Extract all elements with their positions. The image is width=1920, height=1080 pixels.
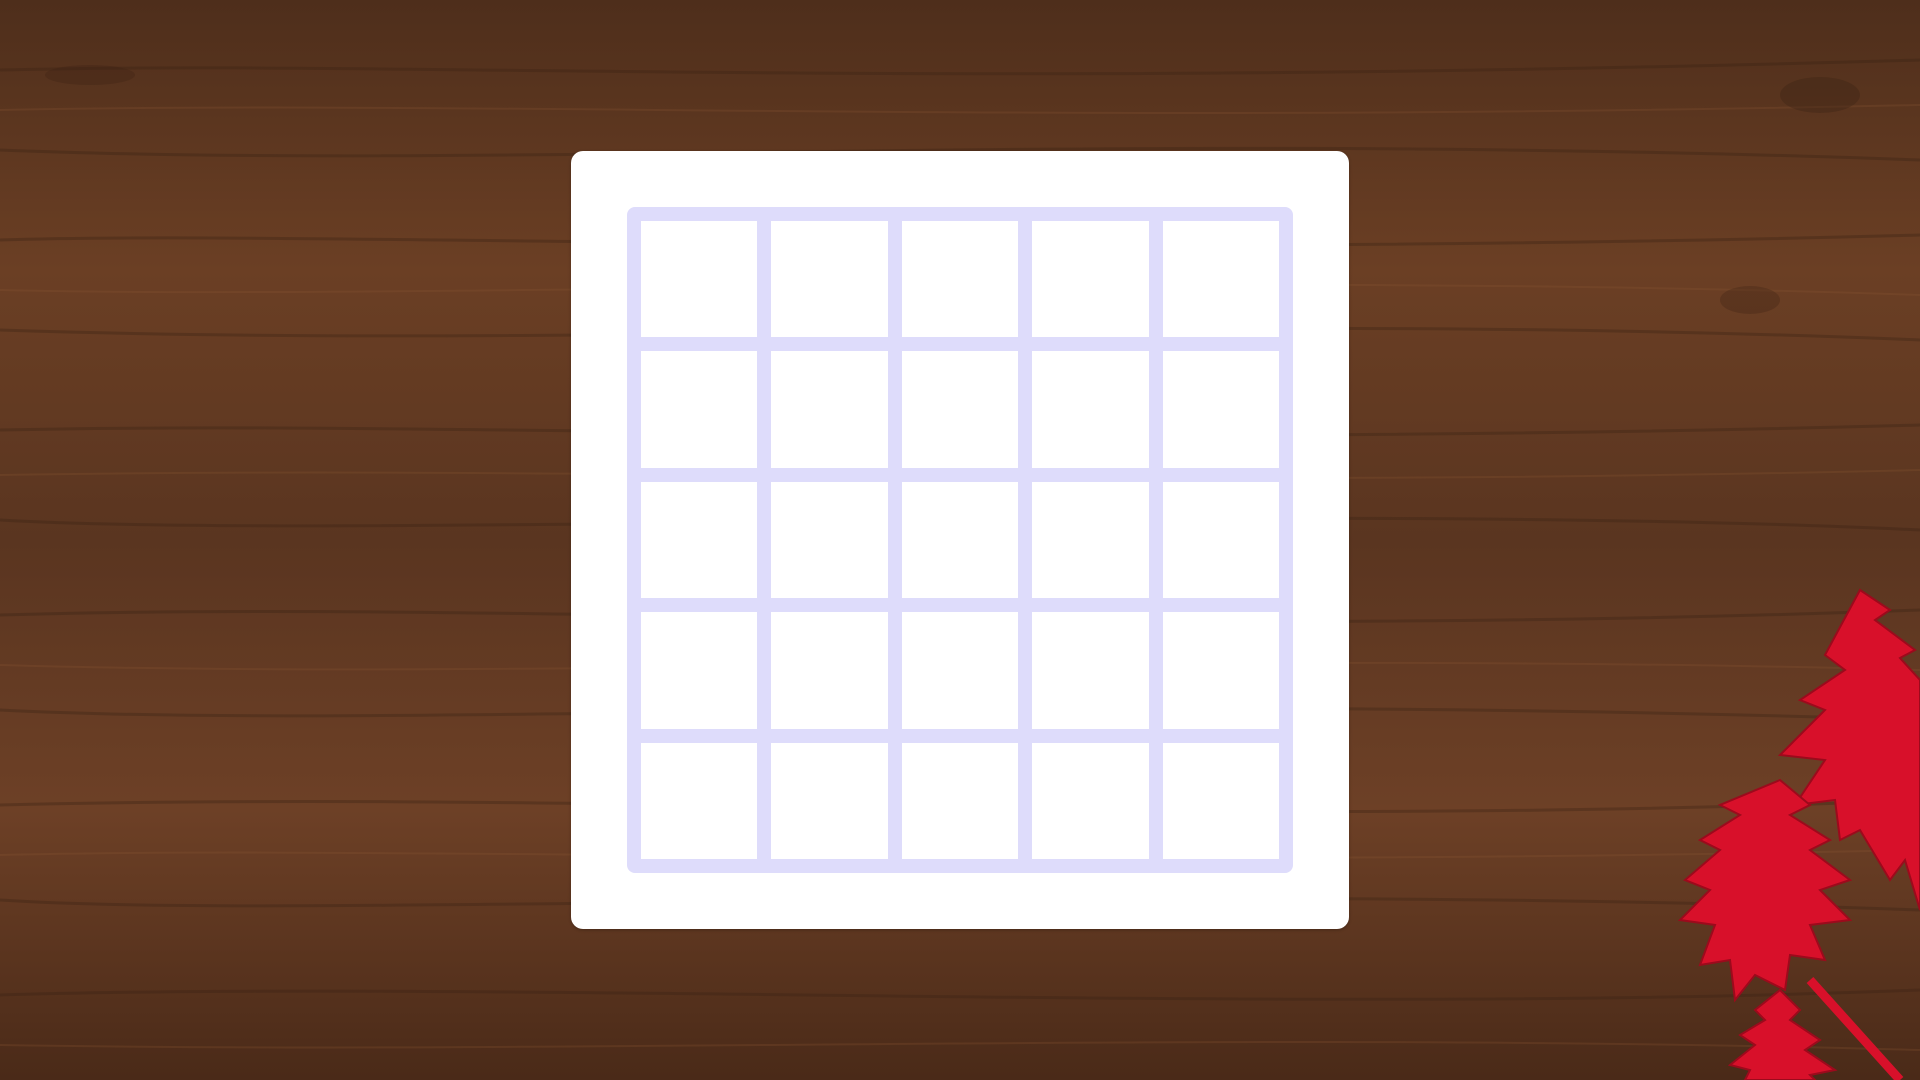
grid-cell[interactable] — [901, 612, 1019, 729]
grid-cell[interactable] — [1162, 612, 1279, 729]
grid-cell[interactable] — [901, 481, 1019, 599]
grid-cell[interactable] — [641, 351, 758, 468]
grid-cell[interactable] — [1162, 221, 1279, 338]
grid-cell[interactable] — [1032, 351, 1149, 468]
grid-cell[interactable] — [1032, 221, 1149, 338]
grid-cell[interactable] — [771, 351, 888, 468]
grid-cell[interactable] — [641, 612, 758, 729]
grid-cell[interactable] — [771, 481, 888, 599]
grid-cell[interactable] — [1032, 612, 1149, 729]
grid-cell[interactable] — [771, 221, 888, 338]
game-board-card — [571, 151, 1349, 929]
grid-cell[interactable] — [901, 221, 1019, 338]
grid-cell[interactable] — [771, 742, 888, 859]
grid-cell[interactable] — [641, 221, 758, 338]
grid-cell[interactable] — [1032, 742, 1149, 859]
grid-cell[interactable] — [901, 351, 1019, 468]
grid-cell[interactable] — [641, 742, 758, 859]
grid-cell[interactable] — [771, 612, 888, 729]
game-grid — [627, 207, 1293, 873]
grid-cell[interactable] — [901, 742, 1019, 859]
grid-cell[interactable] — [1162, 481, 1279, 599]
grid-cell[interactable] — [1162, 351, 1279, 468]
grid-cell[interactable] — [641, 481, 758, 599]
grid-cell[interactable] — [1162, 742, 1279, 859]
game-scene — [0, 0, 1920, 1080]
red-christmas-tree-icon — [1677, 588, 1920, 1080]
grid-cell[interactable] — [1032, 481, 1149, 599]
